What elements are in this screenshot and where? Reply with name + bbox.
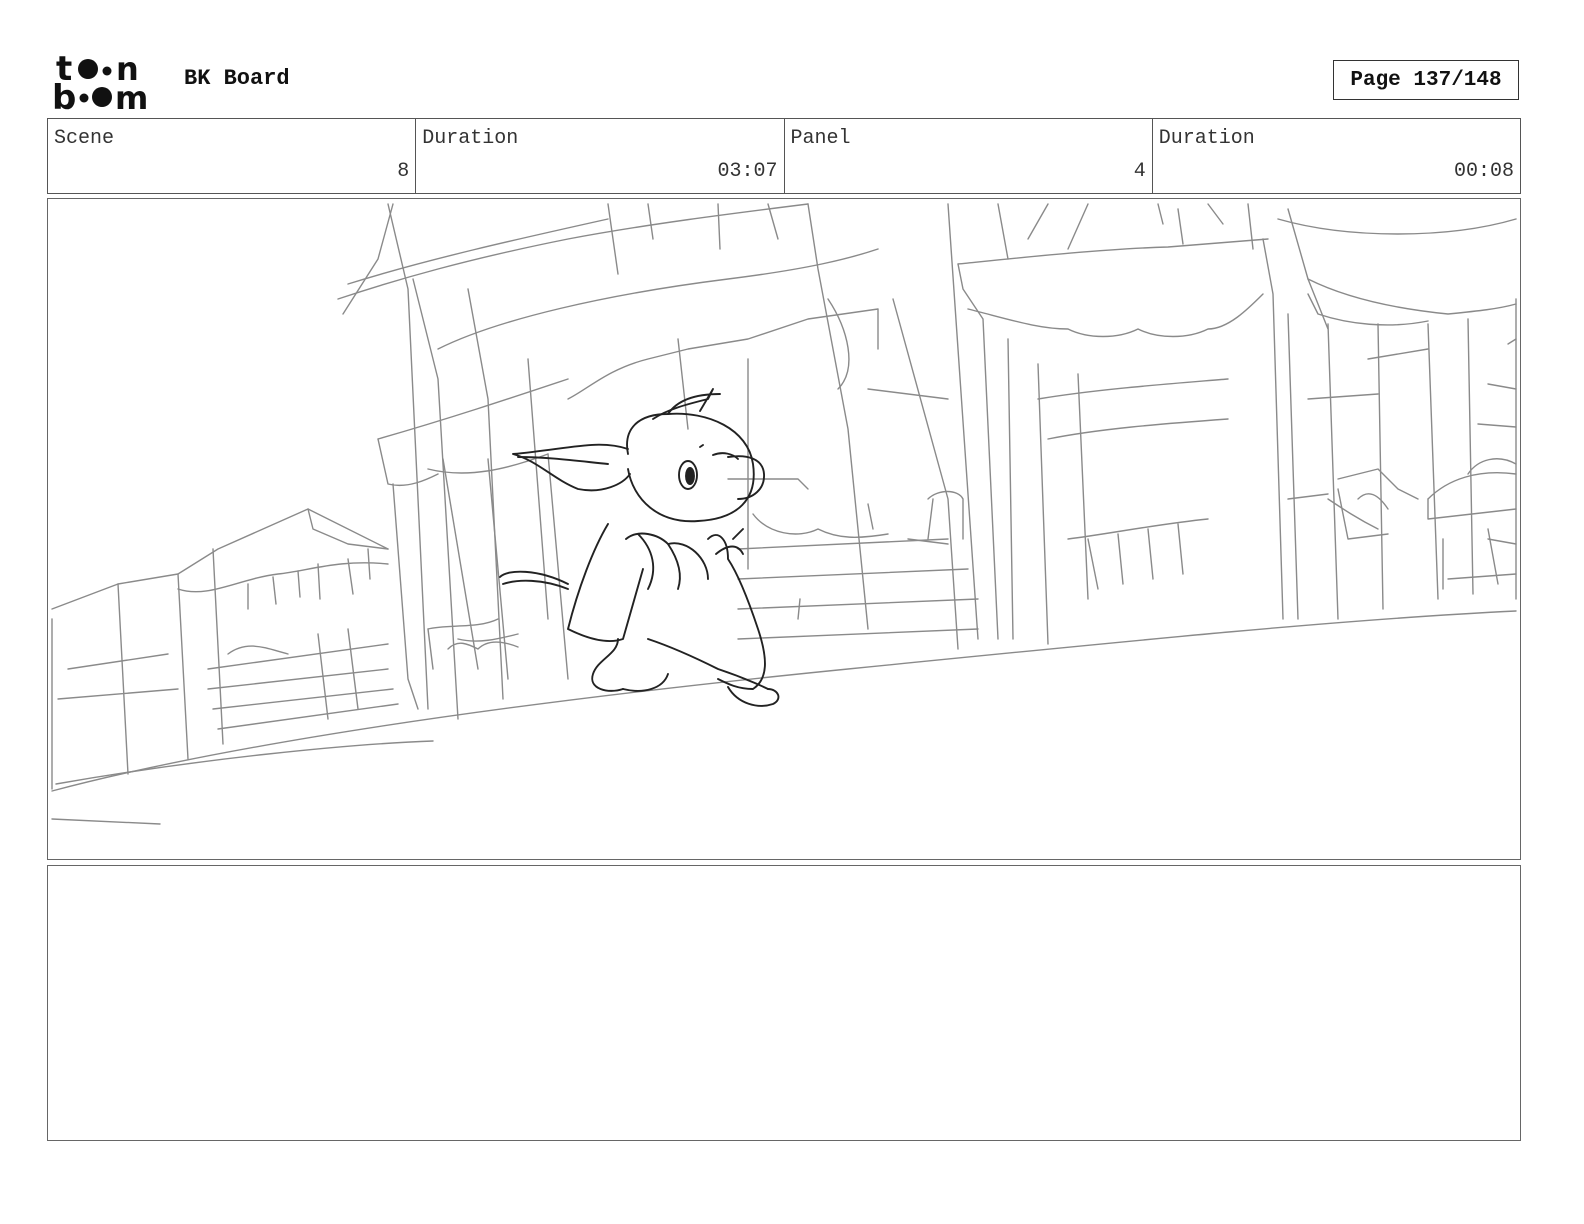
- panel-value: 4: [1133, 160, 1146, 183]
- scene-label: Scene: [54, 127, 115, 150]
- scene-duration-label: Duration: [422, 127, 519, 150]
- svg-text:b: b: [52, 78, 76, 112]
- board-title: BK Board: [184, 66, 290, 91]
- scene-value: 8: [397, 160, 410, 183]
- scene-cell: Scene 8: [48, 119, 417, 193]
- panel-duration-value: 00:08: [1453, 160, 1514, 183]
- panel-duration-label: Duration: [1158, 127, 1255, 150]
- panel-duration-cell: Duration 00:08: [1153, 119, 1520, 193]
- page-indicator: Page 137/148: [1333, 60, 1519, 100]
- panel-sketch: [51, 203, 1517, 825]
- scene-duration-cell: Duration 03:07: [416, 119, 785, 193]
- character-sketch: [499, 388, 780, 707]
- svg-text:m: m: [115, 79, 148, 112]
- panel-label: Panel: [790, 127, 851, 150]
- page-label: Page 137/148: [1350, 68, 1502, 92]
- panel-info-row: Scene 8 Duration 03:07 Panel 4 Duration …: [47, 118, 1521, 194]
- panel-notes-box: [47, 865, 1521, 1141]
- market-background-sketch: [51, 203, 1517, 825]
- scene-duration-value: 03:07: [717, 160, 778, 183]
- storyboard-panel: [47, 198, 1521, 860]
- panel-cell: Panel 4: [785, 119, 1153, 193]
- toon-boom-logo: t n b m: [52, 49, 164, 118]
